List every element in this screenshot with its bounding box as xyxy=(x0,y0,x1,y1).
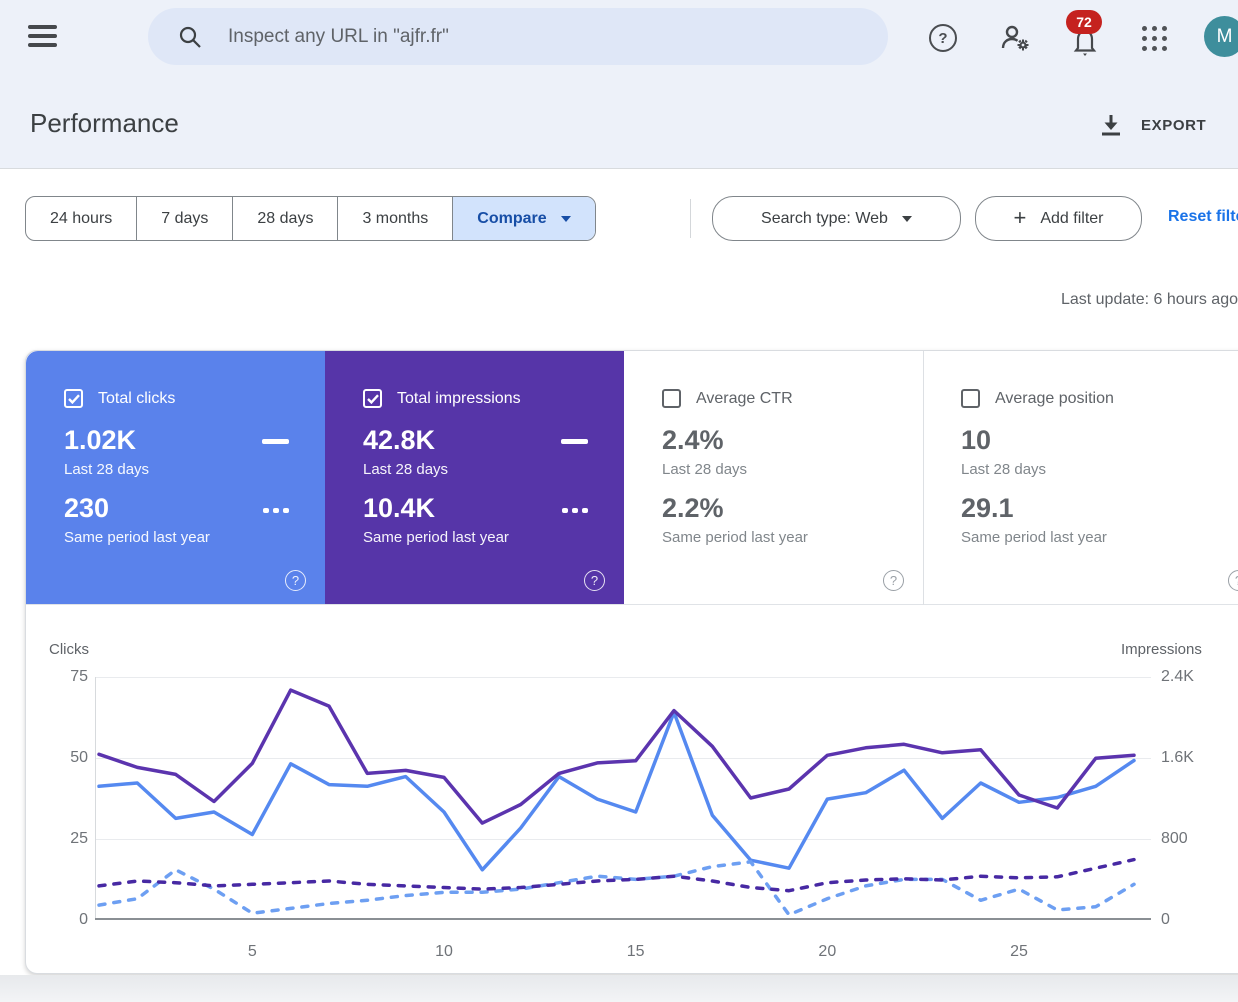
chevron-down-icon xyxy=(560,215,571,222)
search-icon xyxy=(179,26,201,48)
card-primary-caption: Last 28 days xyxy=(64,461,150,478)
card-primary-value: 10 xyxy=(961,425,992,455)
y-axis-tick: 25 xyxy=(70,830,88,847)
hamburger-menu-icon[interactable] xyxy=(28,25,57,47)
filter-divider xyxy=(690,199,691,238)
card-secondary-caption: Same period last year xyxy=(363,529,509,546)
help-icon[interactable]: ? xyxy=(1228,570,1238,591)
chip-24-hours[interactable]: 24 hours xyxy=(26,197,138,240)
date-range-selector: 24 hours 7 days 28 days 3 months Compare xyxy=(25,196,596,241)
plus-icon: + xyxy=(1013,204,1027,230)
card-label: Total impressions xyxy=(397,389,521,407)
y-axis-tick: 0 xyxy=(79,911,88,928)
last-update-text: Last update: 6 hours ago xyxy=(1060,291,1238,308)
performance-panel: Total clicks 1.02K Last 28 days 230 Same… xyxy=(25,350,1238,974)
card-primary-value: 2.4% xyxy=(662,425,724,455)
y-axis-tick: 2.4K xyxy=(1161,668,1194,685)
chip-3-months[interactable]: 3 months xyxy=(338,197,454,240)
card-secondary-caption: Same period last year xyxy=(64,529,210,546)
x-axis-tick: 10 xyxy=(435,943,453,960)
chip-28-days[interactable]: 28 days xyxy=(233,197,339,240)
export-label: EXPORT xyxy=(1141,116,1207,134)
card-label: Average position xyxy=(995,389,1114,407)
card-total-impressions[interactable]: Total impressions 42.8K Last 28 days 10.… xyxy=(325,351,624,604)
y-axis-tick: 50 xyxy=(70,749,88,766)
search-input[interactable] xyxy=(228,25,828,48)
help-icon[interactable]: ? xyxy=(927,22,959,54)
right-axis-title: Impressions xyxy=(1121,641,1202,658)
card-label: Average CTR xyxy=(696,389,793,407)
solid-line-legend xyxy=(561,439,588,444)
metric-cards-row: Total clicks 1.02K Last 28 days 230 Same… xyxy=(26,351,1238,605)
y-axis-tick: 75 xyxy=(70,668,88,685)
card-label: Total clicks xyxy=(98,389,176,407)
card-total-clicks[interactable]: Total clicks 1.02K Last 28 days 230 Same… xyxy=(26,351,325,604)
card-average-position[interactable]: Average position 10 Last 28 days 29.1 Sa… xyxy=(923,351,1238,604)
card-primary-caption: Last 28 days xyxy=(363,461,449,478)
performance-line-chart xyxy=(95,677,1151,920)
reset-filters-link[interactable]: Reset filters xyxy=(1168,208,1238,226)
y-axis-tick: 1.6K xyxy=(1161,749,1194,766)
url-inspect-searchbox[interactable] xyxy=(148,8,888,65)
compare-label: Compare xyxy=(477,209,547,227)
avatar[interactable]: M xyxy=(1204,16,1238,57)
dashed-line-legend xyxy=(561,508,588,513)
y-axis-tick: 0 xyxy=(1161,911,1170,928)
card-divider xyxy=(923,351,924,605)
help-icon[interactable]: ? xyxy=(584,570,605,591)
card-secondary-value: 2.2% xyxy=(662,493,724,523)
x-axis-tick: 25 xyxy=(1010,943,1028,960)
add-filter-label: Add filter xyxy=(1040,209,1104,227)
card-secondary-caption: Same period last year xyxy=(961,529,1107,546)
card-secondary-value: 29.1 xyxy=(961,493,1014,523)
apps-grid-icon[interactable] xyxy=(1138,22,1170,54)
left-axis-title: Clicks xyxy=(49,641,89,658)
card-average-ctr[interactable]: Average CTR 2.4% Last 28 days 2.2% Same … xyxy=(624,351,923,604)
y-axis-tick: 800 xyxy=(1161,830,1188,847)
notification-count-badge: 72 xyxy=(1066,10,1102,34)
solid-line-legend xyxy=(262,439,289,444)
add-filter-button[interactable]: + Add filter xyxy=(975,196,1142,241)
card-primary-caption: Last 28 days xyxy=(961,461,1047,478)
x-axis-tick: 20 xyxy=(818,943,837,960)
card-primary-caption: Last 28 days xyxy=(662,461,748,478)
export-button[interactable]: EXPORT xyxy=(1098,112,1206,138)
search-type-label: Search type: Web xyxy=(761,209,888,227)
dashed-line-legend xyxy=(262,508,289,513)
total-clicks-checkbox[interactable] xyxy=(64,389,83,408)
user-settings-icon[interactable] xyxy=(999,22,1031,54)
chevron-down-icon xyxy=(901,215,912,222)
x-axis-tick: 15 xyxy=(626,943,645,960)
average-position-checkbox[interactable] xyxy=(961,389,980,408)
download-icon xyxy=(1102,115,1120,136)
help-icon[interactable]: ? xyxy=(285,570,306,591)
x-axis-tick: 5 xyxy=(247,943,257,960)
page-title: Performance xyxy=(30,108,179,138)
help-icon[interactable]: ? xyxy=(883,570,904,591)
average-ctr-checkbox[interactable] xyxy=(662,389,681,408)
search-type-dropdown[interactable]: Search type: Web xyxy=(712,196,961,241)
total-impressions-checkbox[interactable] xyxy=(363,389,382,408)
card-secondary-caption: Same period last year xyxy=(662,529,808,546)
page-bottom-edge xyxy=(0,975,1238,1002)
chip-7-days[interactable]: 7 days xyxy=(137,197,234,240)
chip-compare[interactable]: Compare xyxy=(453,197,595,240)
